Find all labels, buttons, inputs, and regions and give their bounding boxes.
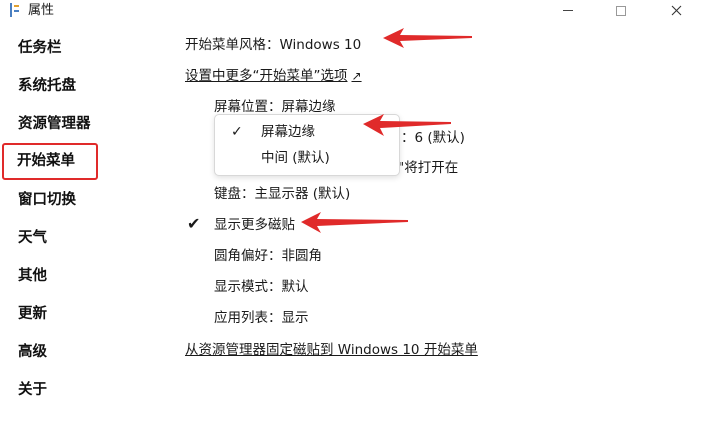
app-list-setting[interactable]: 应用列表：显示 bbox=[214, 309, 309, 327]
sidebar-item-advanced[interactable]: 高级 bbox=[0, 334, 110, 370]
sidebar-item-about[interactable]: 关于 bbox=[0, 372, 110, 408]
annotation-arrow bbox=[301, 212, 408, 233]
close-icon bbox=[671, 5, 681, 16]
close-button[interactable] bbox=[653, 0, 699, 24]
minimize-icon bbox=[563, 10, 573, 11]
sidebar-item-label: 任务栏 bbox=[18, 40, 62, 56]
corner-preference-setting[interactable]: 圆角偏好：非圆角 bbox=[214, 247, 322, 265]
sidebar-item-other[interactable]: 其他 bbox=[0, 258, 110, 294]
partial-setting-1[interactable]: ：6 (默认) bbox=[401, 129, 465, 147]
display-mode-setting[interactable]: 显示模式：默认 bbox=[214, 278, 309, 296]
annotation-arrow bbox=[383, 28, 472, 48]
dropdown-option-screen-edge[interactable]: ✓ 屏幕边缘 bbox=[215, 119, 399, 145]
checkmark-icon: ✔ bbox=[187, 214, 201, 233]
sidebar-item-taskbar[interactable]: 任务栏 bbox=[0, 30, 110, 66]
maximize-icon bbox=[616, 5, 626, 16]
screen-position-label: 屏幕位置：屏幕边缘 bbox=[214, 99, 336, 115]
pin-tiles-label: 从资源管理器固定磁贴到 Windows 10 开始菜单 bbox=[185, 342, 478, 358]
show-more-tiles-setting[interactable]: 显示更多磁贴 bbox=[214, 216, 295, 234]
more-options-link[interactable]: 设置中更多“开始菜单”选项 ↗ bbox=[185, 67, 362, 85]
sidebar-item-update[interactable]: 更新 bbox=[0, 296, 110, 332]
partial-setting-1-label: ：6 (默认) bbox=[401, 130, 465, 146]
sidebar-item-label: 其他 bbox=[18, 268, 47, 284]
app-list-label: 应用列表：显示 bbox=[214, 310, 309, 326]
sidebar-item-label: 资源管理器 bbox=[18, 116, 91, 132]
sidebar-item-system-tray[interactable]: 系统托盘 bbox=[0, 68, 110, 104]
sidebar-item-label: 开始菜单 bbox=[17, 153, 75, 169]
dropdown-option-label: 中间 (默认) bbox=[261, 150, 330, 166]
sidebar-item-label: 系统托盘 bbox=[18, 78, 76, 94]
keyboard-label: 键盘：主显示器 (默认) bbox=[214, 186, 351, 202]
checkmark-icon: ✓ bbox=[231, 124, 243, 140]
more-options-label: 设置中更多“开始菜单”选项 bbox=[185, 68, 348, 84]
sidebar-item-weather[interactable]: 天气 bbox=[0, 220, 110, 256]
sidebar-item-label: 天气 bbox=[18, 230, 47, 246]
app-icon bbox=[10, 3, 20, 17]
partial-setting-2[interactable]: "将打开在 bbox=[398, 159, 458, 177]
dropdown-option-label: 屏幕边缘 bbox=[261, 124, 315, 140]
dropdown-option-center[interactable]: 中间 (默认) bbox=[215, 145, 399, 171]
corner-preference-label: 圆角偏好：非圆角 bbox=[214, 248, 322, 264]
show-more-tiles-label: 显示更多磁贴 bbox=[214, 217, 295, 233]
sidebar-item-file-explorer[interactable]: 资源管理器 bbox=[0, 106, 110, 142]
keyboard-setting[interactable]: 键盘：主显示器 (默认) bbox=[214, 185, 350, 203]
partial-setting-2-label: "将打开在 bbox=[398, 160, 459, 176]
window-title: 属性 bbox=[28, 3, 55, 18]
sidebar-item-window-switch[interactable]: 窗口切换 bbox=[0, 182, 110, 218]
maximize-button[interactable] bbox=[598, 0, 644, 24]
minimize-button[interactable] bbox=[545, 0, 591, 24]
sidebar-item-label: 关于 bbox=[18, 382, 47, 398]
properties-window: 属性 任务栏 系统托盘 资源管理器 开始菜单 窗口切换 天气 其他 更新 高级 … bbox=[0, 0, 701, 440]
sidebar-item-start-menu[interactable]: 开始菜单 bbox=[2, 143, 98, 180]
sidebar-item-label: 高级 bbox=[18, 344, 47, 360]
start-menu-style-setting[interactable]: 开始菜单风格：Windows 10 bbox=[185, 36, 361, 54]
sidebar-item-label: 更新 bbox=[18, 306, 47, 322]
sidebar-item-label: 窗口切换 bbox=[18, 192, 76, 208]
title-bar[interactable]: 属性 bbox=[0, 0, 701, 24]
display-mode-label: 显示模式：默认 bbox=[214, 279, 309, 295]
screen-position-dropdown: ✓ 屏幕边缘 中间 (默认) bbox=[214, 114, 400, 176]
external-link-icon: ↗ bbox=[351, 69, 362, 83]
start-menu-style-label: 开始菜单风格：Windows 10 bbox=[185, 37, 362, 53]
pin-tiles-link[interactable]: 从资源管理器固定磁贴到 Windows 10 开始菜单 bbox=[185, 341, 478, 359]
